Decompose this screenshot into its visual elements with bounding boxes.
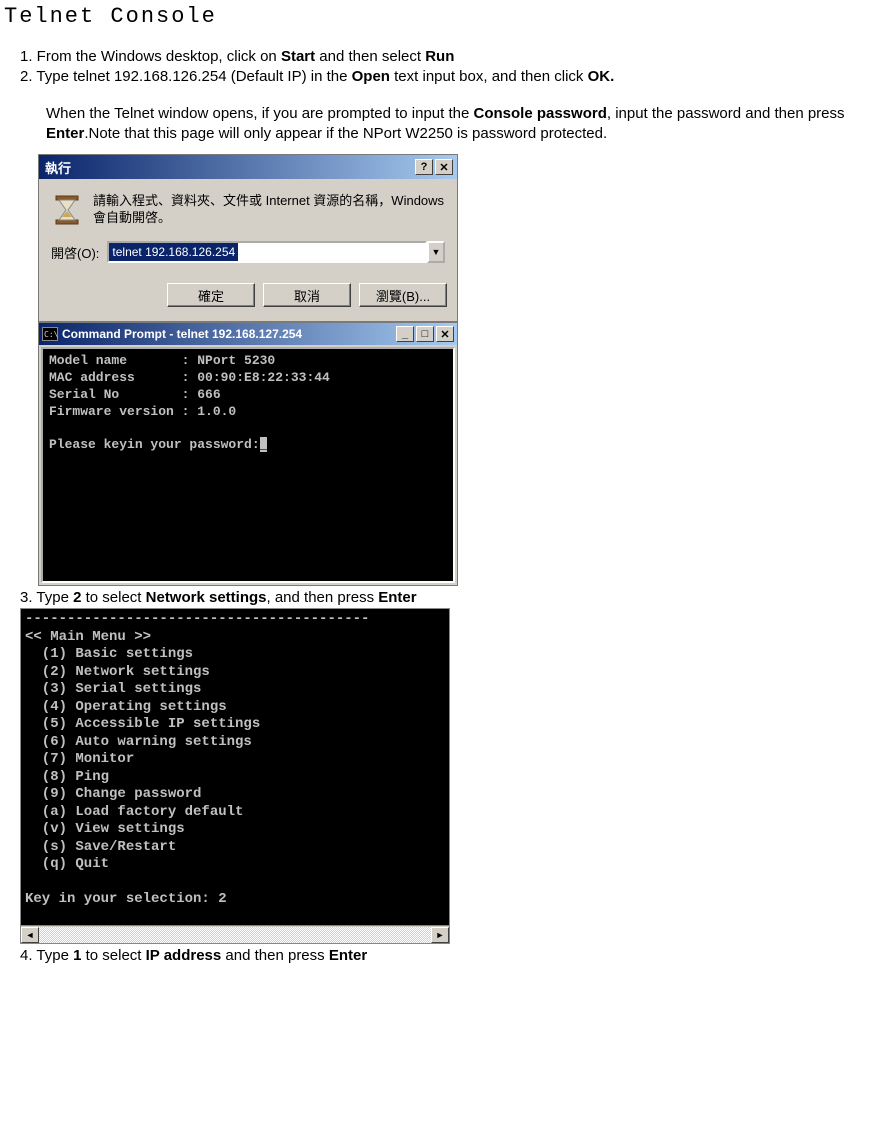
ok-button[interactable]: 確定	[167, 283, 255, 307]
text: 1. From the Windows desktop, click on	[20, 48, 281, 65]
selection-prompt: Key in your selection: 2	[25, 891, 227, 907]
run-dialog-title: 執行	[43, 158, 71, 177]
menu-item: (5) Accessible IP settings	[25, 716, 260, 732]
bold-enter: Enter	[46, 125, 84, 142]
menu-item: (6) Auto warning settings	[25, 734, 252, 750]
browse-button[interactable]: 瀏覽(B)...	[359, 283, 447, 307]
rule: ----------------------------------------…	[25, 611, 369, 627]
run-dialog-titlebar: 執行 ? ✕	[39, 155, 457, 179]
line-serial: Serial No : 666	[49, 387, 221, 402]
bold-ok: OK.	[588, 68, 615, 85]
cursor-icon: _	[260, 437, 268, 452]
bold-network-settings: Network settings	[146, 589, 267, 606]
run-dialog-message: 請輸入程式、資料夾、文件或 Internet 資源的名稱，Windows會自動開…	[93, 193, 445, 227]
minimize-button[interactable]: _	[396, 326, 414, 342]
line-model: Model name : NPort 5230	[49, 353, 275, 368]
menu-item: (9) Change password	[25, 786, 201, 802]
close-button[interactable]: ✕	[436, 326, 454, 342]
menu-item: (3) Serial settings	[25, 681, 201, 697]
text: and then select	[315, 48, 425, 65]
bold-run: Run	[425, 48, 454, 65]
step-3: 3. Type 2 to select Network settings, an…	[20, 588, 866, 608]
text: to select	[81, 947, 145, 964]
text: When the Telnet window opens, if you are…	[46, 105, 474, 122]
page-title: Telnet Console	[4, 4, 866, 29]
bold-start: Start	[281, 48, 315, 65]
open-input-value: telnet 192.168.126.254	[109, 243, 238, 261]
step-4: 4. Type 1 to select IP address and then …	[20, 946, 866, 966]
menu-item: (v) View settings	[25, 821, 185, 837]
text: 2. Type telnet 192.168.126.254 (Default …	[20, 68, 352, 85]
main-menu-window: ----------------------------------------…	[20, 608, 450, 944]
text: and then press	[221, 947, 329, 964]
menu-item: (2) Network settings	[25, 664, 210, 680]
text: , input the password and then press	[607, 105, 845, 122]
step-1: 1. From the Windows desktop, click on St…	[20, 47, 866, 67]
cancel-button[interactable]: 取消	[263, 283, 351, 307]
text: to select	[81, 589, 145, 606]
maximize-button[interactable]: □	[416, 326, 434, 342]
open-input[interactable]: telnet 192.168.126.254	[107, 241, 427, 263]
text: 4. Type	[20, 947, 73, 964]
command-prompt-titlebar: C:\ Command Prompt - telnet 192.168.127.…	[39, 323, 457, 345]
bold-ip-address: IP address	[146, 947, 222, 964]
command-prompt-title: Command Prompt - telnet 192.168.127.254	[62, 327, 302, 341]
open-dropdown-button[interactable]: ▼	[427, 241, 445, 263]
main-menu-body: ----------------------------------------…	[21, 609, 449, 925]
bold-console-password: Console password	[474, 105, 607, 122]
text: , and then press	[267, 589, 379, 606]
bold-open: Open	[352, 68, 390, 85]
command-prompt-body: Model name : NPort 5230 MAC address : 00…	[41, 347, 455, 583]
scroll-left-button[interactable]: ◄	[21, 927, 39, 943]
line-firmware: Firmware version : 1.0.0	[49, 404, 236, 419]
password-prompt: Please keyin your password:	[49, 437, 260, 452]
menu-item: (7) Monitor	[25, 751, 134, 767]
menu-item: (s) Save/Restart	[25, 839, 176, 855]
bold-enter: Enter	[378, 589, 416, 606]
command-prompt-window: C:\ Command Prompt - telnet 192.168.127.…	[38, 322, 458, 586]
open-label: 開啓(O):	[51, 243, 99, 262]
bold-enter: Enter	[329, 947, 367, 964]
menu-item: (a) Load factory default	[25, 804, 243, 820]
step-2: 2. Type telnet 192.168.126.254 (Default …	[20, 67, 866, 87]
scroll-track[interactable]	[39, 927, 431, 943]
close-button[interactable]: ✕	[435, 159, 453, 175]
menu-item: (q) Quit	[25, 856, 109, 872]
menu-item: (1) Basic settings	[25, 646, 193, 662]
paragraph-console-password: When the Telnet window opens, if you are…	[46, 104, 866, 145]
main-menu-header: << Main Menu >>	[25, 629, 151, 645]
scroll-right-button[interactable]: ►	[431, 927, 449, 943]
command-prompt-icon: C:\	[42, 327, 58, 341]
line-mac: MAC address : 00:90:E8:22:33:44	[49, 370, 330, 385]
text: .Note that this page will only appear if…	[84, 125, 607, 142]
text: text input box, and then click	[390, 68, 588, 85]
menu-item: (8) Ping	[25, 769, 109, 785]
run-dialog: 執行 ? ✕ 請輸入程式、資料夾、文件或 Internet 資源的名稱，Wind…	[38, 154, 458, 322]
help-button[interactable]: ?	[415, 159, 433, 175]
horizontal-scrollbar[interactable]: ◄ ►	[21, 925, 449, 943]
menu-item: (4) Operating settings	[25, 699, 227, 715]
text: 3. Type	[20, 589, 73, 606]
run-icon	[51, 193, 83, 227]
